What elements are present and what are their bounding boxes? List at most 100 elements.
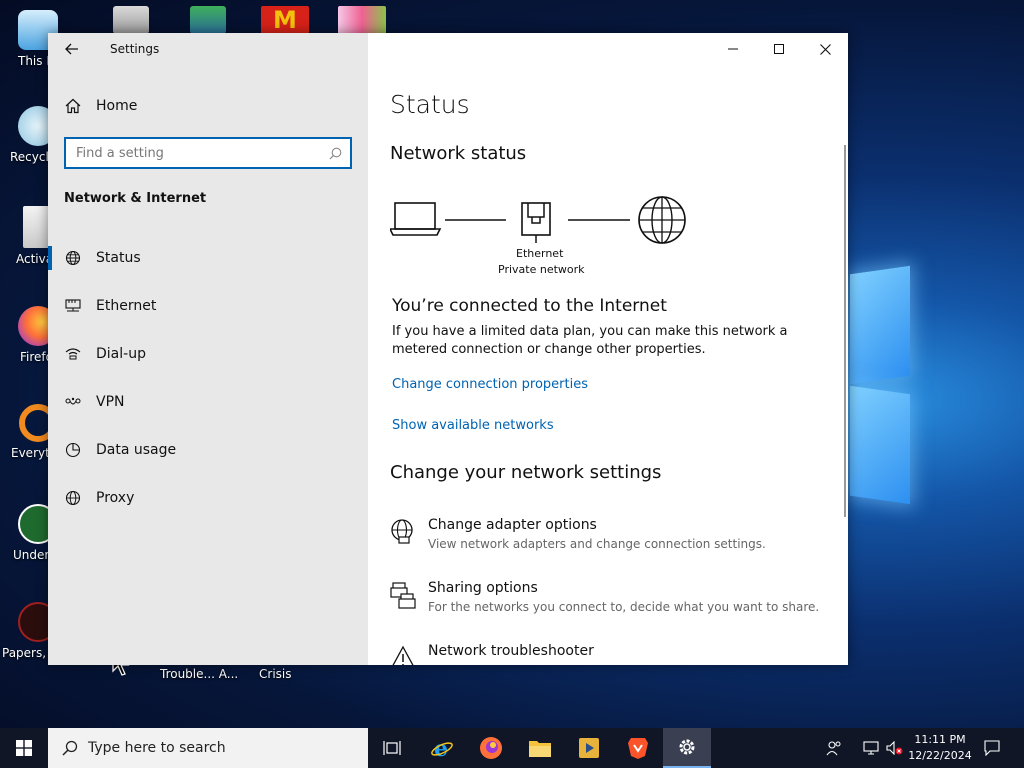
clock-time: 11:11 PM — [914, 733, 966, 746]
back-button[interactable] — [58, 37, 86, 61]
home-label: Home — [96, 98, 138, 114]
adapter-globe-icon — [391, 519, 413, 544]
action-center-button[interactable] — [978, 728, 1006, 768]
nav-item-ethernet[interactable]: Ethernet — [48, 286, 368, 326]
nav-item-dialup[interactable]: Dial-up — [48, 334, 368, 374]
nav-item-proxy[interactable]: Proxy — [48, 478, 368, 518]
desktop-label-crisis[interactable]: Crisis — [259, 667, 291, 681]
notification-icon — [984, 740, 1000, 756]
windows-logo-wallpaper — [840, 250, 930, 520]
taskbar-settings-active[interactable] — [663, 728, 711, 768]
nav-item-vpn[interactable]: VPN — [48, 382, 368, 422]
task-view-button[interactable] — [368, 728, 416, 768]
taskbar-clock[interactable]: 11:11 PM 12/22/2024 — [905, 732, 975, 764]
data-usage-icon — [64, 441, 82, 459]
option-sharing[interactable]: Sharing options For the networks you con… — [388, 578, 828, 622]
people-icon — [826, 741, 841, 756]
nav-label-data-usage: Data usage — [96, 442, 177, 458]
change-connection-properties-link[interactable]: Change connection properties — [392, 377, 588, 392]
show-available-networks-link[interactable]: Show available networks — [392, 418, 554, 433]
taskbar-brave[interactable] — [614, 728, 662, 768]
tray-volume[interactable] — [884, 728, 906, 768]
warning-icon — [392, 646, 414, 665]
minimize-button[interactable] — [710, 33, 756, 65]
nav-label-status: Status — [96, 250, 141, 266]
option-title-troubleshooter: Network troubleshooter — [428, 643, 594, 659]
desktop-icon-top-3[interactable]: M — [249, 6, 321, 34]
desktop-icon-top-4[interactable] — [326, 6, 398, 34]
firefox-icon — [480, 737, 502, 759]
nav-item-data-usage[interactable]: Data usage — [48, 430, 368, 470]
clock-date: 12/22/2024 — [908, 749, 972, 762]
ethernet-port-icon — [521, 202, 551, 243]
dialup-icon — [64, 345, 82, 363]
option-troubleshooter[interactable]: Network troubleshooter — [388, 641, 828, 665]
network-profile: Private network — [498, 263, 585, 276]
option-desc-adapter: View network adapters and change connect… — [428, 537, 766, 551]
close-button[interactable] — [802, 33, 848, 65]
option-desc-sharing: For the networks you connect to, decide … — [428, 600, 820, 614]
task-view-icon — [383, 741, 401, 755]
option-title-sharing: Sharing options — [428, 580, 538, 596]
taskbar-search-icon — [62, 740, 78, 756]
nav-label-dialup: Dial-up — [96, 346, 146, 362]
taskbar-file-explorer[interactable] — [516, 728, 564, 768]
ethernet-icon — [64, 297, 82, 315]
content-scrollbar[interactable] — [844, 145, 846, 517]
settings-content: Status Network status Ethernet Private n… — [368, 33, 848, 665]
network-status-diagram — [390, 196, 686, 244]
taskbar: Type here to search e 11:11 PM 12/22/202… — [0, 728, 1024, 768]
volume-muted-icon — [886, 741, 903, 755]
settings-sidebar: Settings Home Network & Internet Status — [48, 33, 368, 665]
taskbar-firefox[interactable] — [467, 728, 515, 768]
internet-explorer-icon: e — [431, 736, 453, 760]
nav-label-vpn: VPN — [96, 394, 125, 410]
search-icon[interactable] — [329, 147, 342, 160]
media-player-icon — [579, 738, 599, 758]
minimize-icon — [728, 48, 738, 50]
network-status-heading: Network status — [390, 143, 527, 164]
page-title: Status — [390, 90, 470, 119]
adapter-name: Ethernet — [516, 247, 564, 260]
nav-item-status[interactable]: Status — [48, 238, 368, 278]
search-box[interactable] — [64, 137, 352, 169]
windows-start-icon — [16, 740, 32, 756]
desktop-label-trouble[interactable]: Trouble... A... — [160, 667, 238, 681]
taskbar-search-box[interactable]: Type here to search — [48, 728, 368, 768]
brave-lion-icon — [628, 738, 648, 759]
option-title-adapter: Change adapter options — [428, 517, 597, 533]
close-icon — [819, 43, 831, 55]
desktop-icon-top-2[interactable] — [172, 6, 244, 34]
network-tray-icon — [863, 741, 879, 755]
nav-label-proxy: Proxy — [96, 490, 135, 506]
taskbar-search-text: Type here to search — [88, 740, 226, 756]
home-icon — [64, 97, 82, 115]
status-globe-icon — [64, 249, 82, 267]
connected-heading: You’re connected to the Internet — [392, 296, 667, 316]
laptop-icon — [390, 202, 442, 236]
tray-network[interactable] — [860, 728, 882, 768]
home-nav-item[interactable]: Home — [48, 86, 368, 126]
tray-people[interactable] — [822, 728, 846, 768]
window-title: Settings — [110, 42, 160, 56]
nav-label-ethernet: Ethernet — [96, 298, 157, 314]
taskbar-media-app[interactable] — [565, 728, 613, 768]
search-input[interactable] — [66, 139, 326, 167]
change-network-settings-heading: Change your network settings — [390, 462, 662, 483]
connected-description: If you have a limited data plan, you can… — [392, 324, 788, 357]
desktop-icon-top-1[interactable] — [95, 6, 167, 34]
proxy-globe-icon — [64, 489, 82, 507]
taskbar-internet-explorer[interactable]: e — [418, 728, 466, 768]
option-change-adapter[interactable]: Change adapter options View network adap… — [388, 515, 828, 559]
maximize-icon — [774, 44, 784, 54]
internet-globe-icon — [638, 196, 686, 244]
back-arrow-icon — [65, 43, 78, 55]
vpn-icon — [64, 393, 82, 411]
folder-icon — [529, 741, 551, 757]
section-title: Network & Internet — [64, 191, 207, 206]
start-button[interactable] — [0, 728, 48, 768]
settings-window: Settings Home Network & Internet Status — [48, 33, 848, 665]
gear-icon — [679, 739, 695, 755]
maximize-button[interactable] — [756, 33, 802, 65]
sharing-icon — [390, 582, 416, 609]
